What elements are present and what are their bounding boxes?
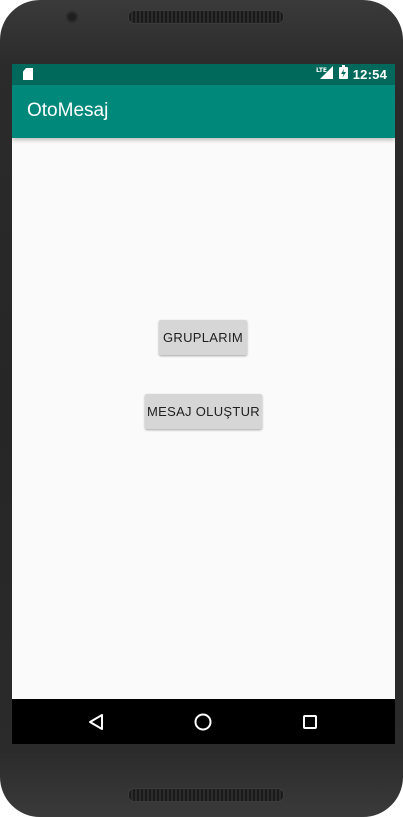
svg-text:LTE: LTE [316, 67, 327, 74]
phone-frame: LTE 12:54 OtoMesaj GRUPLARIM MESAJ OLUŞT… [0, 0, 403, 817]
home-icon[interactable] [173, 699, 233, 744]
status-bar: LTE 12:54 [12, 64, 395, 85]
top-speaker-grille [128, 10, 284, 24]
screen: LTE 12:54 OtoMesaj GRUPLARIM MESAJ OLUŞT… [12, 64, 395, 744]
battery-charging-icon [338, 65, 348, 84]
front-camera [66, 11, 78, 23]
status-time: 12:54 [352, 67, 387, 82]
back-icon[interactable] [66, 699, 126, 744]
status-icons: LTE 12:54 [316, 64, 387, 85]
app-title: OtoMesaj [27, 100, 109, 121]
app-bar: OtoMesaj [12, 85, 395, 138]
bottom-speaker-grille [128, 788, 284, 802]
sd-card-icon [23, 68, 33, 80]
create-message-button[interactable]: MESAJ OLUŞTUR [145, 394, 262, 429]
lte-signal-icon: LTE [316, 65, 334, 84]
groups-button[interactable]: GRUPLARIM [159, 320, 247, 355]
main-content: GRUPLARIM MESAJ OLUŞTUR [12, 138, 395, 699]
recent-apps-icon[interactable] [280, 699, 340, 744]
navigation-bar [12, 699, 395, 744]
